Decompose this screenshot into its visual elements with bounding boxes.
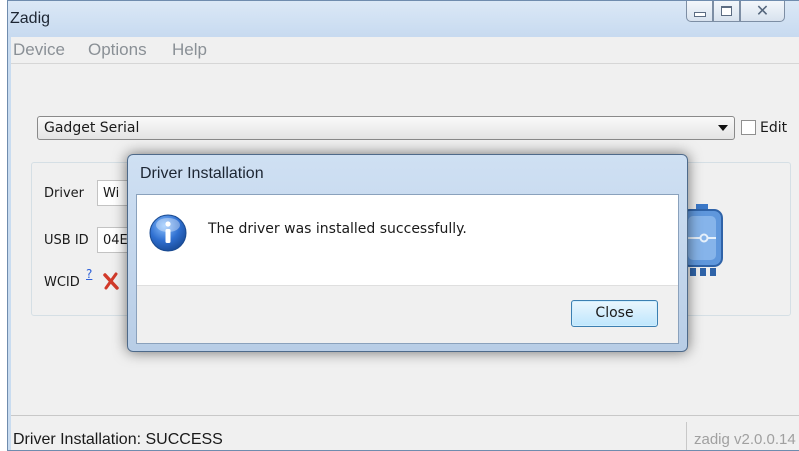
driver-installation-dialog: Driver Installation The driver was insta… [127,154,688,352]
device-dropdown-value: Gadget Serial [44,120,140,136]
dialog-message-area: The driver was installed successfully. [137,195,678,285]
dialog-body: The driver was installed successfully. C… [136,194,679,344]
status-text: Driver Installation: SUCCESS [13,431,223,448]
menu-help[interactable]: Help [172,40,207,60]
dialog-footer: Close [137,285,678,343]
info-icon [149,214,187,252]
menu-device[interactable]: Device [13,40,65,60]
title-bar[interactable]: Zadig ✕ [8,1,799,37]
chevron-down-icon [718,125,728,131]
dialog-title: Driver Installation [140,165,264,182]
dialog-message: The driver was installed successfully. [208,221,467,237]
window-title: Zadig [10,10,51,27]
driver-label: Driver [44,186,85,201]
minimize-icon [693,11,706,17]
version-text: zadig v2.0.0.14 [694,431,796,448]
menu-options[interactable]: Options [88,40,147,60]
status-divider [686,422,687,450]
edit-label: Edit [760,120,788,136]
wcid-label: WCID [44,275,80,290]
menu-bar: Device Options Help [11,37,799,64]
maximize-button[interactable] [713,1,740,22]
wcid-help-link[interactable]: ? [86,267,92,281]
minimize-button[interactable] [686,1,713,22]
device-dropdown[interactable]: Gadget Serial [37,116,735,140]
close-icon: ✕ [755,1,770,20]
close-button[interactable]: Close [571,300,658,327]
window-controls: ✕ [686,1,785,23]
edit-checkbox[interactable] [741,120,756,135]
status-bar: Driver Installation: SUCCESS zadig v2.0.… [11,415,799,450]
close-window-button[interactable]: ✕ [740,1,785,22]
maximize-icon [721,6,732,16]
red-x-icon [103,272,119,290]
usb-id-label: USB ID [44,233,89,248]
